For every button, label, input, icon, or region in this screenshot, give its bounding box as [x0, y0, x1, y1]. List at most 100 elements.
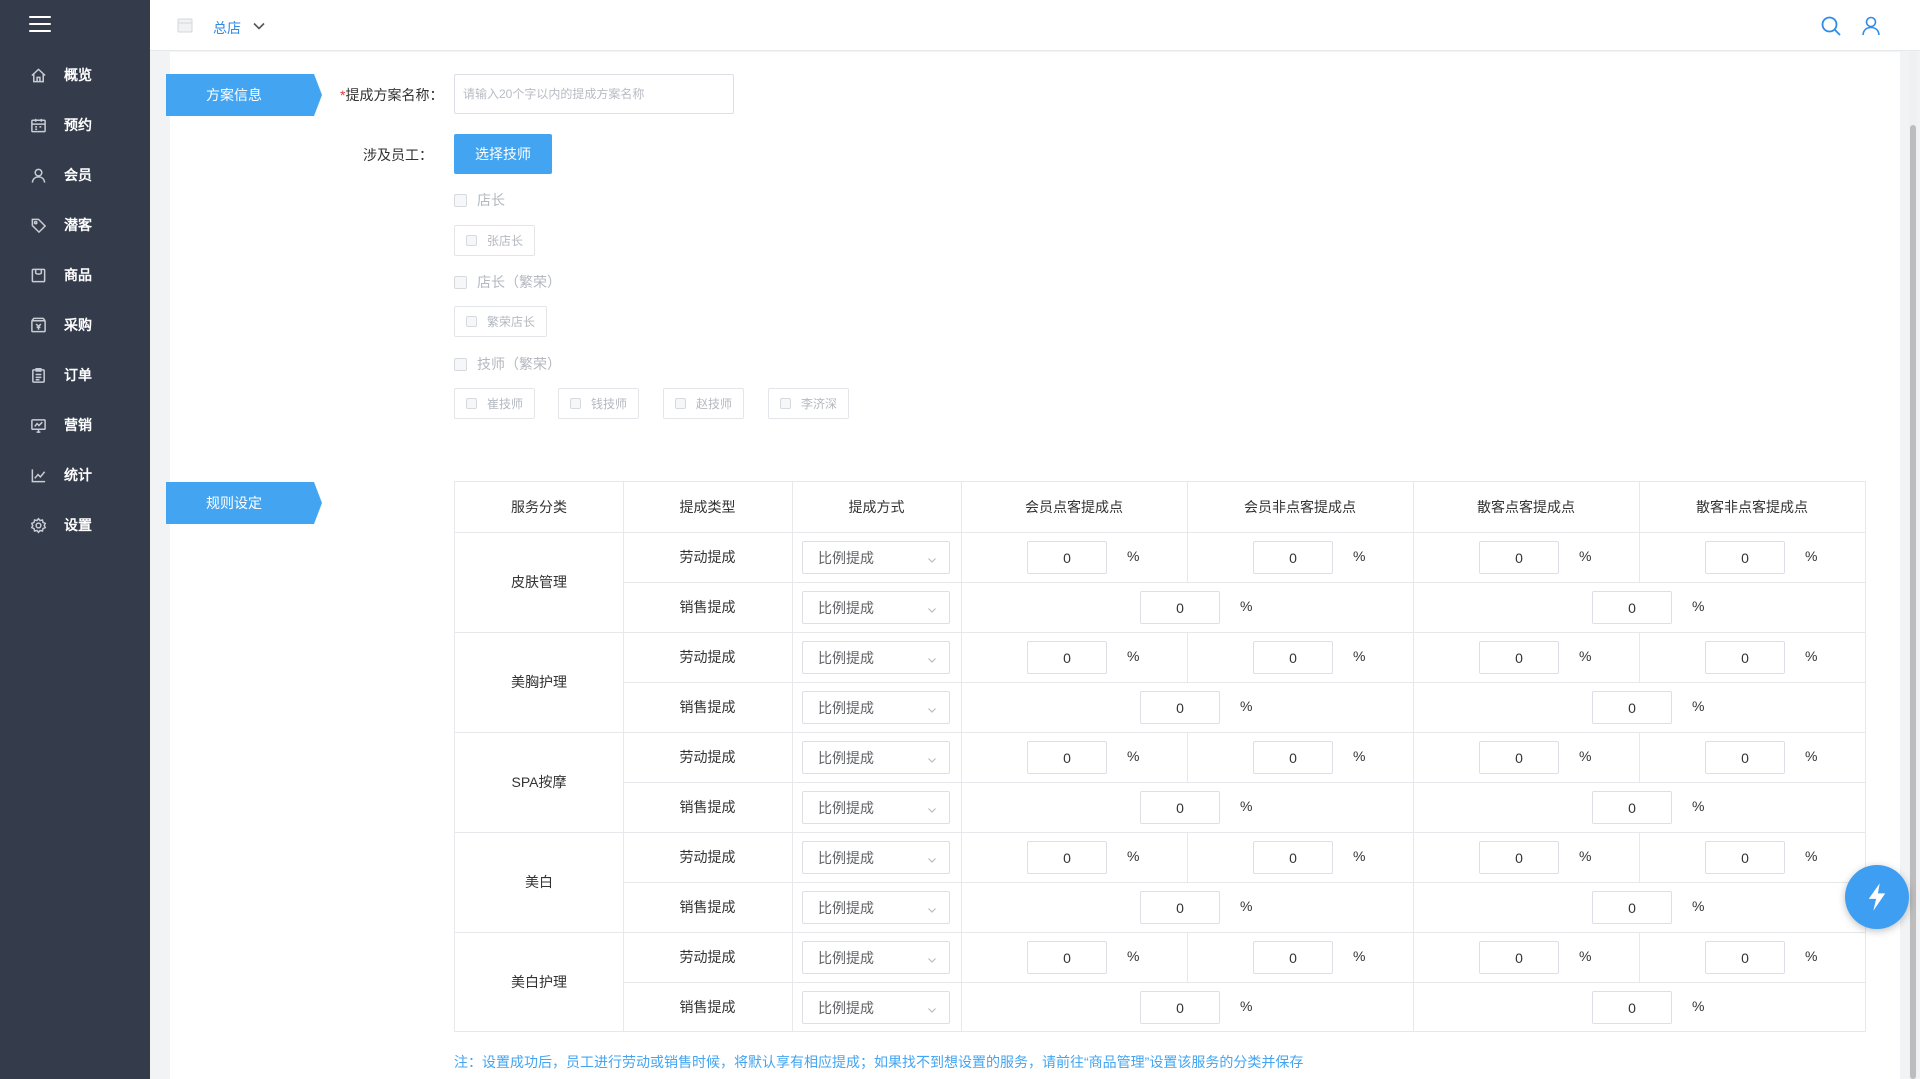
table-header-cell: 会员非点客提成点 [1244, 499, 1356, 515]
commission-rate-input[interactable] [1705, 941, 1785, 974]
commission-rules-table: 服务分类 提成类型 提成方式 会员点客提成点 会员非点客提成点 散客点客提成点 散客非点客提… [454, 481, 1866, 1032]
percent-unit: % [1353, 848, 1366, 864]
sidebar-item-order[interactable]: 订单 [0, 355, 150, 395]
store-switcher[interactable]: 总店 [213, 18, 241, 38]
commission-rate-input[interactable] [1479, 841, 1559, 874]
commission-method-select[interactable]: 比例提成 [802, 991, 950, 1024]
commission-rate-input[interactable] [1592, 791, 1672, 824]
commission-rate-input[interactable] [1253, 641, 1333, 674]
sidebar-item-goods[interactable]: 商品 [0, 255, 150, 295]
sidebar-item-statistics[interactable]: 统计 [0, 455, 150, 495]
commission-rate-input[interactable] [1253, 541, 1333, 574]
commission-method-select[interactable]: 比例提成 [802, 641, 950, 674]
percent-unit: % [1127, 848, 1140, 864]
commission-rate-input[interactable] [1253, 841, 1333, 874]
commission-rate-input[interactable] [1705, 741, 1785, 774]
commission-rate-input[interactable] [1705, 841, 1785, 874]
commission-method-select[interactable]: 比例提成 [802, 791, 950, 824]
checkbox-icon [780, 398, 791, 409]
staff-member-tag[interactable]: 赵技师 [663, 388, 745, 419]
select-value: 比例提成 [818, 749, 874, 766]
percent-unit: % [1353, 948, 1366, 964]
commission-rate-input[interactable] [1140, 591, 1220, 624]
commission-rate-input[interactable] [1027, 941, 1107, 974]
commission-method-select[interactable]: 比例提成 [802, 841, 950, 874]
commission-rate-input[interactable] [1592, 691, 1672, 724]
table-divider [1639, 832, 1640, 882]
commission-rate-input[interactable] [1479, 941, 1559, 974]
commission-rate-input[interactable] [1705, 541, 1785, 574]
commission-type-cell: 销售提成 [679, 899, 736, 915]
sidebar-item-prospect[interactable]: 潜客 [0, 205, 150, 245]
commission-rate-input[interactable] [1253, 741, 1333, 774]
commission-method-select[interactable]: 比例提成 [802, 541, 950, 574]
commission-rate-input[interactable] [1592, 591, 1672, 624]
commission-method-select[interactable]: 比例提成 [802, 591, 950, 624]
checkbox-icon [454, 275, 467, 289]
table-divider [1639, 732, 1640, 782]
checkbox-icon [570, 398, 581, 409]
commission-rate-input[interactable] [1140, 991, 1220, 1024]
sidebar-item-settings[interactable]: 设置 [0, 505, 150, 545]
staff-member-label: 李济深 [801, 397, 838, 411]
table-divider [1639, 632, 1640, 682]
sidebar-item-label: 商品 [64, 267, 92, 283]
sidebar-item-overview[interactable]: 概览 [0, 55, 150, 95]
plan-name-input[interactable] [454, 74, 734, 114]
sidebar-item-purchase[interactable]: 采购 [0, 305, 150, 345]
staff-member-tag[interactable]: 钱技师 [558, 388, 640, 419]
chevron-down-icon[interactable] [252, 19, 266, 33]
table-header-cell: 散客非点客提成点 [1696, 499, 1808, 515]
commission-rate-input[interactable] [1140, 791, 1220, 824]
table-divider [1187, 732, 1188, 782]
staff-member-tag[interactable]: 崔技师 [454, 388, 536, 419]
user-account-icon[interactable] [1861, 15, 1881, 37]
commission-rate-input[interactable] [1027, 841, 1107, 874]
commission-rate-input[interactable] [1705, 641, 1785, 674]
commission-rate-input[interactable] [1140, 691, 1220, 724]
staff-group-checkbox[interactable]: 技师（繁荣） [454, 354, 561, 374]
commission-type-cell: 销售提成 [679, 799, 736, 815]
select-technician-button[interactable]: 选择技师 [454, 134, 552, 174]
chevron-down-icon [927, 802, 937, 813]
staff-member-tag[interactable]: 张店长 [454, 225, 536, 256]
chevron-down-icon [927, 1002, 937, 1013]
staff-group-checkbox[interactable]: 店长 [454, 190, 505, 210]
table-header-cell: 提成类型 [679, 499, 736, 515]
commission-rate-input[interactable] [1027, 641, 1107, 674]
select-value: 比例提成 [818, 699, 874, 716]
commission-rate-input[interactable] [1479, 641, 1559, 674]
commission-rate-input[interactable] [1253, 941, 1333, 974]
percent-unit: % [1240, 898, 1253, 914]
percent-unit: % [1805, 948, 1818, 964]
sidebar: 概览 预约 会员 潜客 商品 采购 订单 营销 统计 设置 [0, 0, 150, 1079]
quick-action-button[interactable] [1845, 865, 1909, 929]
commission-method-select[interactable]: 比例提成 [802, 941, 950, 974]
search-icon[interactable] [1820, 15, 1842, 37]
monitor-icon [29, 416, 47, 434]
staff-member-tag[interactable]: 繁荣店长 [454, 306, 548, 337]
commission-rate-input[interactable] [1027, 541, 1107, 574]
commission-method-select[interactable]: 比例提成 [802, 891, 950, 924]
percent-unit: % [1353, 748, 1366, 764]
table-divider [1639, 532, 1640, 582]
commission-rate-input[interactable] [1027, 741, 1107, 774]
commission-method-select[interactable]: 比例提成 [802, 741, 950, 774]
commission-rate-input[interactable] [1479, 741, 1559, 774]
commission-rate-input[interactable] [1592, 991, 1672, 1024]
sidebar-item-member[interactable]: 会员 [0, 155, 150, 195]
staff-member-tag[interactable]: 李济深 [768, 388, 850, 419]
scrollbar-thumb[interactable] [1910, 125, 1916, 1079]
percent-unit: % [1579, 548, 1592, 564]
commission-rate-input[interactable] [1479, 541, 1559, 574]
percent-unit: % [1692, 798, 1705, 814]
sidebar-item-marketing[interactable]: 营销 [0, 405, 150, 445]
select-value: 比例提成 [818, 899, 874, 916]
commission-rate-input[interactable] [1592, 891, 1672, 924]
commission-rate-input[interactable] [1140, 891, 1220, 924]
sidebar-item-appointment[interactable]: 预约 [0, 105, 150, 145]
menu-toggle-icon[interactable] [29, 16, 51, 34]
commission-method-select[interactable]: 比例提成 [802, 691, 950, 724]
staff-group-checkbox[interactable]: 店长（繁荣） [454, 272, 561, 292]
percent-unit: % [1127, 648, 1140, 664]
